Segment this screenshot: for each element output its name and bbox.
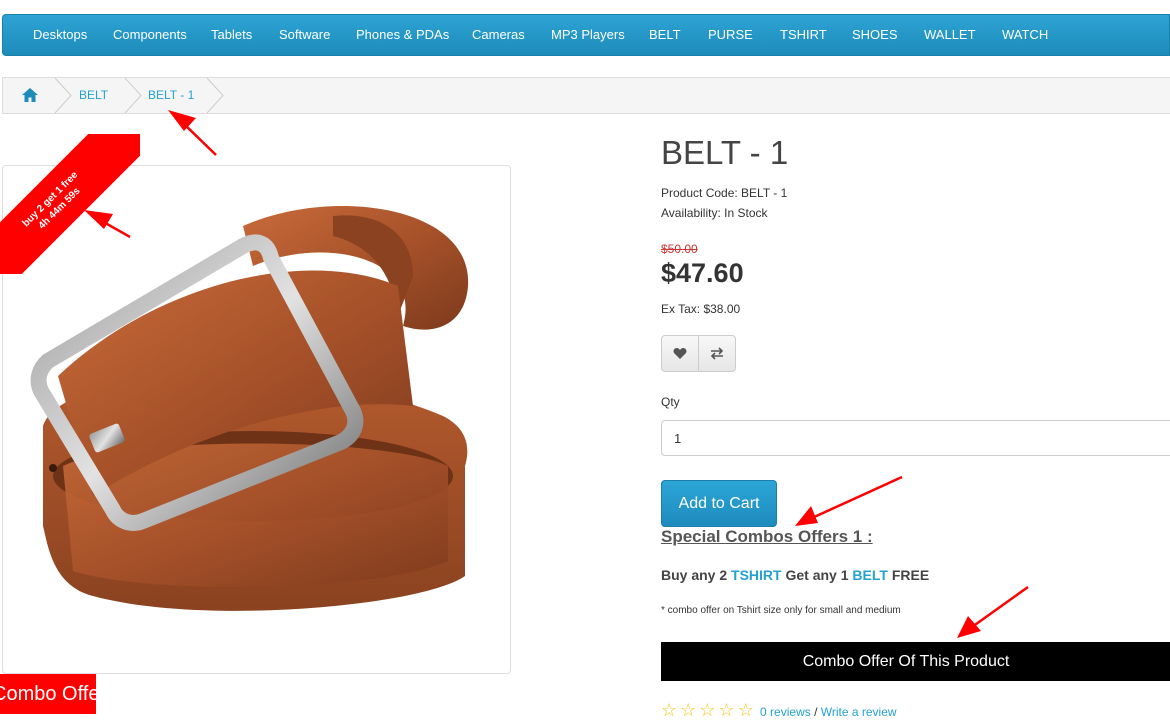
nav-mp3-players[interactable]: MP3 Players — [551, 15, 625, 55]
offer-part-c: FREE — [891, 567, 930, 583]
home-icon[interactable] — [21, 87, 39, 105]
star-icon: ☆ — [699, 700, 716, 720]
ex-tax: Ex Tax: $38.00 — [661, 302, 741, 316]
product-actions — [661, 335, 736, 372]
add-to-cart-button[interactable]: Add to Cart — [661, 480, 777, 527]
offer-belt-link[interactable]: BELT — [852, 567, 888, 583]
rating-row: ☆ ☆ ☆ ☆ ☆ 0 reviews / Write a review — [661, 700, 897, 721]
nav-desktops[interactable]: Desktops — [33, 15, 87, 55]
star-icon: ☆ — [661, 700, 678, 720]
promo-ribbon: buy 2 get 1 free 4h 44m 59s — [0, 134, 140, 274]
reviews-link[interactable]: 0 reviews — [760, 705, 811, 719]
breadcrumb: BELT BELT - 1 — [2, 77, 1170, 114]
exchange-icon — [710, 347, 724, 360]
breadcrumb-separator-icon — [54, 78, 72, 113]
offer-tshirt-link[interactable]: TSHIRT — [731, 567, 782, 583]
combo-note: * combo offer on Tshirt size only for sm… — [661, 605, 901, 616]
nav-belt[interactable]: BELT — [649, 15, 681, 55]
nav-phones-pdas[interactable]: Phones & PDAs — [356, 15, 449, 55]
heart-icon — [673, 348, 687, 359]
star-icon: ☆ — [737, 700, 754, 720]
combo-offer-text: Buy any 2 TSHIRT Get any 1 BELT FREE — [661, 567, 929, 583]
nav-shoes[interactable]: SHOES — [852, 15, 898, 55]
combo-offer-button[interactable]: Combo Offer Of This Product — [661, 642, 1170, 681]
nav-components[interactable]: Components — [113, 15, 187, 55]
nav-wallet[interactable]: WALLET — [924, 15, 976, 55]
combo-offer-tab[interactable]: Combo Offer — [0, 674, 96, 714]
reviews-separator: / — [814, 705, 818, 719]
old-price: $50.00 — [661, 242, 698, 256]
qty-input[interactable] — [661, 420, 1170, 456]
wishlist-button[interactable] — [662, 336, 698, 371]
qty-label: Qty — [661, 395, 680, 409]
product-code: Product Code: BELT - 1 — [661, 186, 788, 200]
offer-part-a: Buy any 2 — [661, 567, 728, 583]
nav-software[interactable]: Software — [279, 15, 330, 55]
nav-tshirt[interactable]: TSHIRT — [780, 15, 827, 55]
top-navigation: Desktops Components Tablets Software Pho… — [2, 14, 1170, 56]
product-title: BELT - 1 — [661, 134, 789, 171]
star-icon: ☆ — [680, 700, 697, 720]
breadcrumb-belt-1[interactable]: BELT - 1 — [148, 78, 194, 113]
special-combos-heading: Special Combos Offers 1 : — [661, 527, 873, 546]
nav-tablets[interactable]: Tablets — [211, 15, 252, 55]
nav-purse[interactable]: PURSE — [708, 15, 753, 55]
breadcrumb-separator-icon — [124, 78, 142, 113]
breadcrumb-belt[interactable]: BELT — [79, 78, 108, 113]
nav-watch[interactable]: WATCH — [1002, 15, 1048, 55]
nav-cameras[interactable]: Cameras — [472, 15, 525, 55]
compare-button[interactable] — [698, 336, 735, 371]
star-icon: ☆ — [718, 700, 735, 720]
price: $47.60 — [661, 258, 744, 288]
write-review-link[interactable]: Write a review — [821, 705, 897, 719]
offer-part-b: Get any 1 — [785, 567, 849, 583]
breadcrumb-separator-icon — [206, 78, 224, 113]
ribbon-countdown: 4h 44m 59s — [36, 185, 83, 232]
availability: Availability: In Stock — [661, 206, 768, 220]
